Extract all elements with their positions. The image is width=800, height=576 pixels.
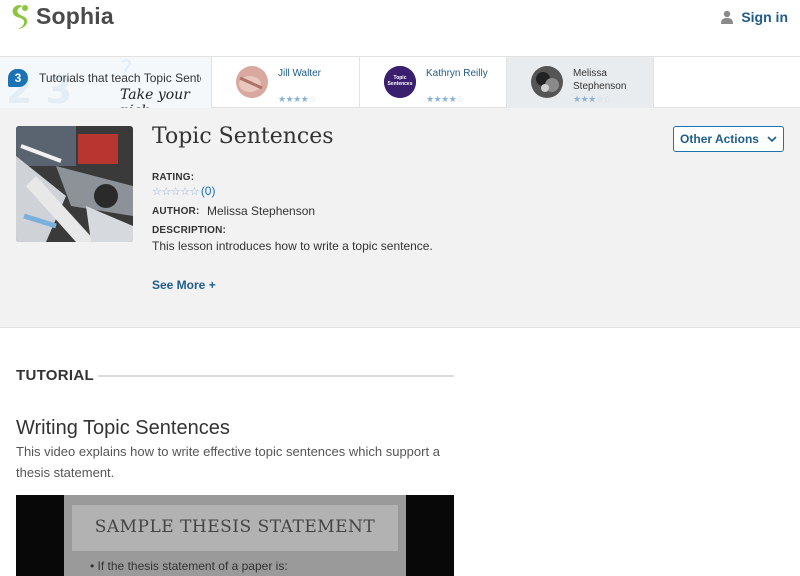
chevron-down-icon — [767, 135, 777, 142]
tutorial-section-label: TUTORIAL — [16, 367, 94, 384]
user-icon — [721, 10, 734, 24]
sophia-logo-icon — [12, 4, 28, 29]
tutorial-description: This video explains how to write effecti… — [16, 444, 440, 480]
sophia-logo[interactable]: Sophia — [10, 3, 114, 30]
avatar — [531, 66, 563, 98]
tutorial-count-text: Tutorials that teach Topic Sentences — [39, 71, 201, 85]
tutor-name: Kathryn Reilly — [426, 68, 488, 79]
tutorial-count-badge: 3 — [8, 69, 28, 87]
rating-label: RATING: — [152, 172, 195, 183]
tutor-melissa-stephenson[interactable]: Melissa Stephenson ★★★☆☆ — [507, 57, 654, 108]
tutorial-heading: Writing Topic Sentences — [16, 417, 230, 439]
section-divider — [98, 375, 454, 377]
tutorial-chooser: 2 3 ? 3 Tutorials that teach Topic Sente… — [0, 56, 800, 108]
lesson-title: Topic Sentences — [152, 124, 334, 149]
tutor-rating-stars: ★★★★☆ — [278, 94, 316, 104]
tutor-kathryn-reilly[interactable]: Topic Sentences Kathryn Reilly ★★★★☆ — [360, 57, 507, 108]
empty-stars-icon: ☆☆☆☆☆ — [152, 185, 199, 198]
avatar-caption: Topic Sentences — [387, 75, 413, 87]
see-more-link[interactable]: See More + — [152, 278, 216, 292]
tutor-name: Melissa Stephenson — [573, 68, 627, 92]
take-your-pick-label: Take your pick: — [120, 87, 190, 108]
avatar: Topic Sentences — [384, 66, 416, 98]
description-label: DESCRIPTION: — [152, 225, 227, 236]
site-header: Sophia Sign in — [0, 0, 800, 36]
slide-bullet: • If the thesis statement of a paper is: — [90, 559, 288, 573]
slide-title: SAMPLE THESIS STATEMENT — [94, 517, 376, 537]
other-actions-label: Other Actions — [680, 132, 759, 146]
description-text: This lesson introduces how to write a to… — [152, 239, 433, 253]
tutor-jill-walter[interactable]: Jill Walter ★★★★☆ — [212, 57, 360, 108]
sign-in-link[interactable]: Sign in — [721, 9, 788, 25]
rating-count: (0) — [200, 184, 216, 198]
author-label: AUTHOR: — [152, 206, 200, 217]
tutor-rating-stars: ★★★★☆ — [426, 94, 464, 104]
avatar — [236, 66, 268, 98]
sign-in-label: Sign in — [741, 9, 788, 25]
tutor-name: Jill Walter — [278, 68, 321, 79]
slide-bullet-text: If the thesis statement of a paper is: — [97, 559, 288, 573]
other-actions-button[interactable]: Other Actions — [673, 126, 784, 152]
rating-widget[interactable]: ☆☆☆☆☆ (0) — [152, 184, 215, 198]
tutor-rating-stars: ★★★☆☆ — [573, 94, 611, 104]
video-player[interactable]: SAMPLE THESIS STATEMENT • If the thesis … — [16, 495, 454, 576]
lesson-header-panel: Topic Sentences RATING: ☆☆☆☆☆ (0) AUTHOR… — [0, 108, 800, 328]
lesson-thumbnail — [16, 126, 133, 242]
tutorial-count-cell: 2 3 ? 3 Tutorials that teach Topic Sente… — [0, 57, 212, 108]
author-name: Melissa Stephenson — [207, 204, 316, 218]
logo-text: Sophia — [36, 3, 114, 29]
video-frame: SAMPLE THESIS STATEMENT • If the thesis … — [64, 495, 406, 576]
